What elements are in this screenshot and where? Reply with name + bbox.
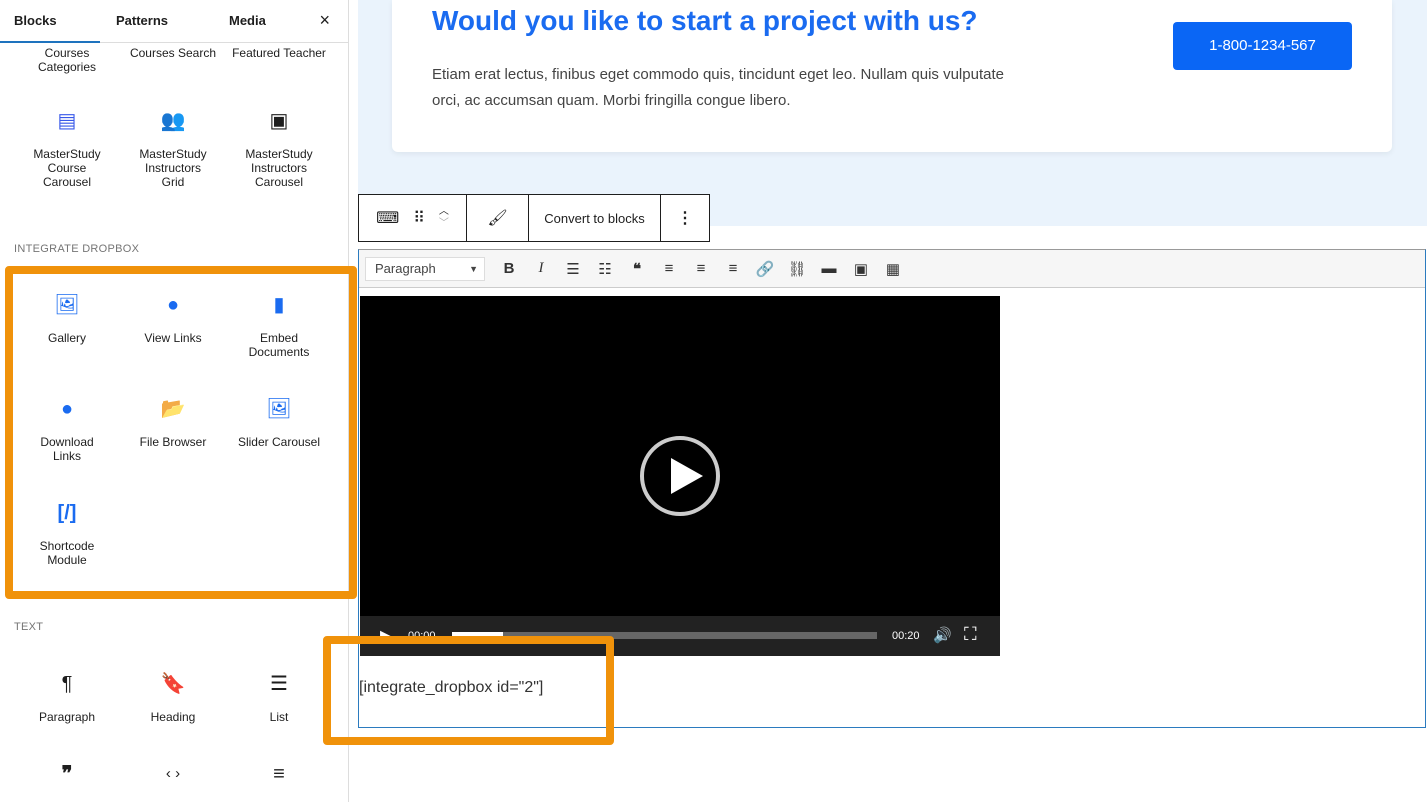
block-ms-course-carousel[interactable]: ▤ MasterStudy Course Carousel (14, 109, 120, 189)
block-label: Embed Documents (248, 331, 310, 359)
link-icon[interactable]: 🔗 (749, 260, 781, 278)
tab-media[interactable]: Media (229, 13, 266, 28)
block-file-browser[interactable]: 📂 File Browser (120, 397, 226, 449)
block-ms-instructors-carousel[interactable]: ▣ MasterStudy Instructors Carousel (226, 109, 332, 189)
image-icon: 🖼 (54, 294, 80, 316)
cta-title: Would you like to start a project with u… (432, 5, 978, 36)
bullet-list-icon[interactable]: ☰ (557, 260, 589, 278)
block-label: List (269, 710, 289, 724)
cta-text: Etiam erat lectus, finibus eget commodo … (432, 66, 1004, 109)
block-controls: ⌨ ⠿ ︿ ﹀ (359, 195, 467, 241)
block-embed-documents[interactable]: ▮ Embed Documents (226, 293, 332, 359)
numbered-list-icon[interactable]: ☷ (589, 260, 621, 278)
block-inserter: Blocks Patterns Media × Courses Categori… (0, 0, 357, 802)
fullscreen-icon[interactable]: ⛶ (964, 624, 977, 645)
toolbar-toggle-icon[interactable]: ▦ (877, 260, 909, 278)
align-center-icon[interactable]: ≡ (685, 260, 717, 277)
cta-card: Would you like to start a project with u… (392, 0, 1392, 152)
move-up-down-icon[interactable]: ︿ ﹀ (439, 206, 449, 230)
section-text: TEXT (14, 621, 44, 633)
block-view-links[interactable]: ● View Links (120, 293, 226, 345)
block-label: Slider Carousel (237, 435, 321, 449)
block-label: Shortcode Module (39, 539, 95, 567)
block-list[interactable]: ☰ List (226, 672, 332, 724)
folder-icon: 📂 (160, 398, 186, 420)
tab-blocks[interactable]: Blocks (14, 13, 57, 28)
format-value: Paragraph (375, 260, 436, 276)
align-right-icon[interactable]: ≡ (717, 260, 749, 277)
inserter-tabs: Blocks Patterns Media × (0, 0, 348, 43)
download-link-icon: ● (60, 398, 74, 420)
highlight-box-shortcode (323, 636, 614, 745)
window-icon: ▣ (269, 110, 289, 132)
block-label: View Links (144, 331, 202, 345)
block-gallery[interactable]: 🖼 Gallery (14, 293, 120, 345)
more-options-icon[interactable]: ⋮ (661, 195, 709, 241)
editor-toolbar: Paragraph ▼ B I ☰ ☷ ❝ ≡ ≡ ≡ 🔗 ⛓ ▬ ▣ ▦ (359, 250, 1425, 288)
block-label: File Browser (139, 435, 207, 449)
list-icon: ☰ (270, 673, 288, 695)
link-icon: ● (166, 294, 180, 316)
block-download-links[interactable]: ● Download Links (14, 397, 120, 463)
block-paragraph[interactable]: ¶ Paragraph (14, 672, 120, 724)
block-label: MasterStudy Course Carousel (33, 147, 101, 189)
video-player[interactable]: ▶ 00:00 00:20 🔊 ⛶ (360, 296, 1000, 656)
quote-icon: ❞ (61, 763, 73, 785)
block-shortcode-module[interactable]: [/] Shortcode Module (14, 501, 120, 567)
block-toolbar: ⌨ ⠿ ︿ ﹀ 🖌 Convert to blocks ⋮ (358, 194, 710, 242)
block-label: Heading (150, 710, 196, 724)
block-label: Gallery (47, 331, 86, 345)
cta-section: Would you like to start a project with u… (358, 0, 1427, 226)
block-slider-carousel[interactable]: 🖼 Slider Carousel (226, 397, 332, 449)
close-icon[interactable]: × (319, 10, 330, 31)
users-icon: 👥 (160, 110, 186, 132)
pilcrow-icon: ¶ (61, 673, 73, 695)
media-icon[interactable]: ▣ (845, 260, 877, 278)
duration: 00:20 (892, 630, 920, 642)
format-select[interactable]: Paragraph ▼ (365, 256, 485, 281)
block-label: MasterStudy Instructors Grid (139, 147, 207, 189)
carousel-icon: ▤ (57, 110, 77, 132)
block-quote[interactable]: ❞ (14, 762, 120, 800)
bold-icon[interactable]: B (493, 260, 525, 277)
block-label: Download Links (40, 435, 94, 463)
play-icon[interactable] (640, 436, 720, 516)
code-file-icon: ▮ (273, 294, 285, 316)
block-heading[interactable]: 🔖 Heading (120, 672, 226, 724)
block-courses-categories[interactable]: Courses Categories (14, 46, 120, 74)
details-icon: ≡ (273, 763, 285, 785)
blockquote-icon[interactable]: ❝ (621, 260, 653, 278)
block-ms-instructors-grid[interactable]: 👥 MasterStudy Instructors Grid (120, 109, 226, 189)
bookmark-icon: 🔖 (160, 673, 186, 695)
block-label: Paragraph (38, 710, 96, 724)
brush-icon[interactable]: 🖌 (467, 195, 529, 241)
section-integrate-dropbox: INTEGRATE DROPBOX (14, 243, 140, 255)
slider-icon: 🖼 (266, 398, 292, 420)
block-details[interactable]: ≡ (226, 762, 332, 800)
block-courses-search[interactable]: Courses Search (120, 46, 226, 60)
phone-button[interactable]: 1-800-1234-567 (1173, 22, 1352, 70)
code-icon: ‹ › (165, 765, 181, 782)
active-tab-indicator (0, 41, 100, 43)
read-more-icon[interactable]: ▬ (813, 260, 845, 277)
dropdown-arrow-icon: ▼ (469, 263, 478, 274)
tab-patterns[interactable]: Patterns (116, 13, 168, 28)
block-featured-teacher[interactable]: Featured Teacher (226, 46, 332, 60)
drag-handle-icon[interactable]: ⠿ (413, 208, 425, 228)
convert-to-blocks-button[interactable]: Convert to blocks (529, 195, 661, 241)
block-code[interactable]: ‹ › (120, 762, 226, 800)
shortcode-icon: [/] (57, 502, 77, 524)
italic-icon[interactable]: I (525, 260, 557, 277)
unlink-icon[interactable]: ⛓ (781, 260, 813, 278)
keyboard-icon[interactable]: ⌨ (376, 208, 399, 228)
volume-icon[interactable]: 🔊 (933, 626, 952, 644)
align-left-icon[interactable]: ≡ (653, 260, 685, 277)
block-label: MasterStudy Instructors Carousel (245, 147, 313, 189)
